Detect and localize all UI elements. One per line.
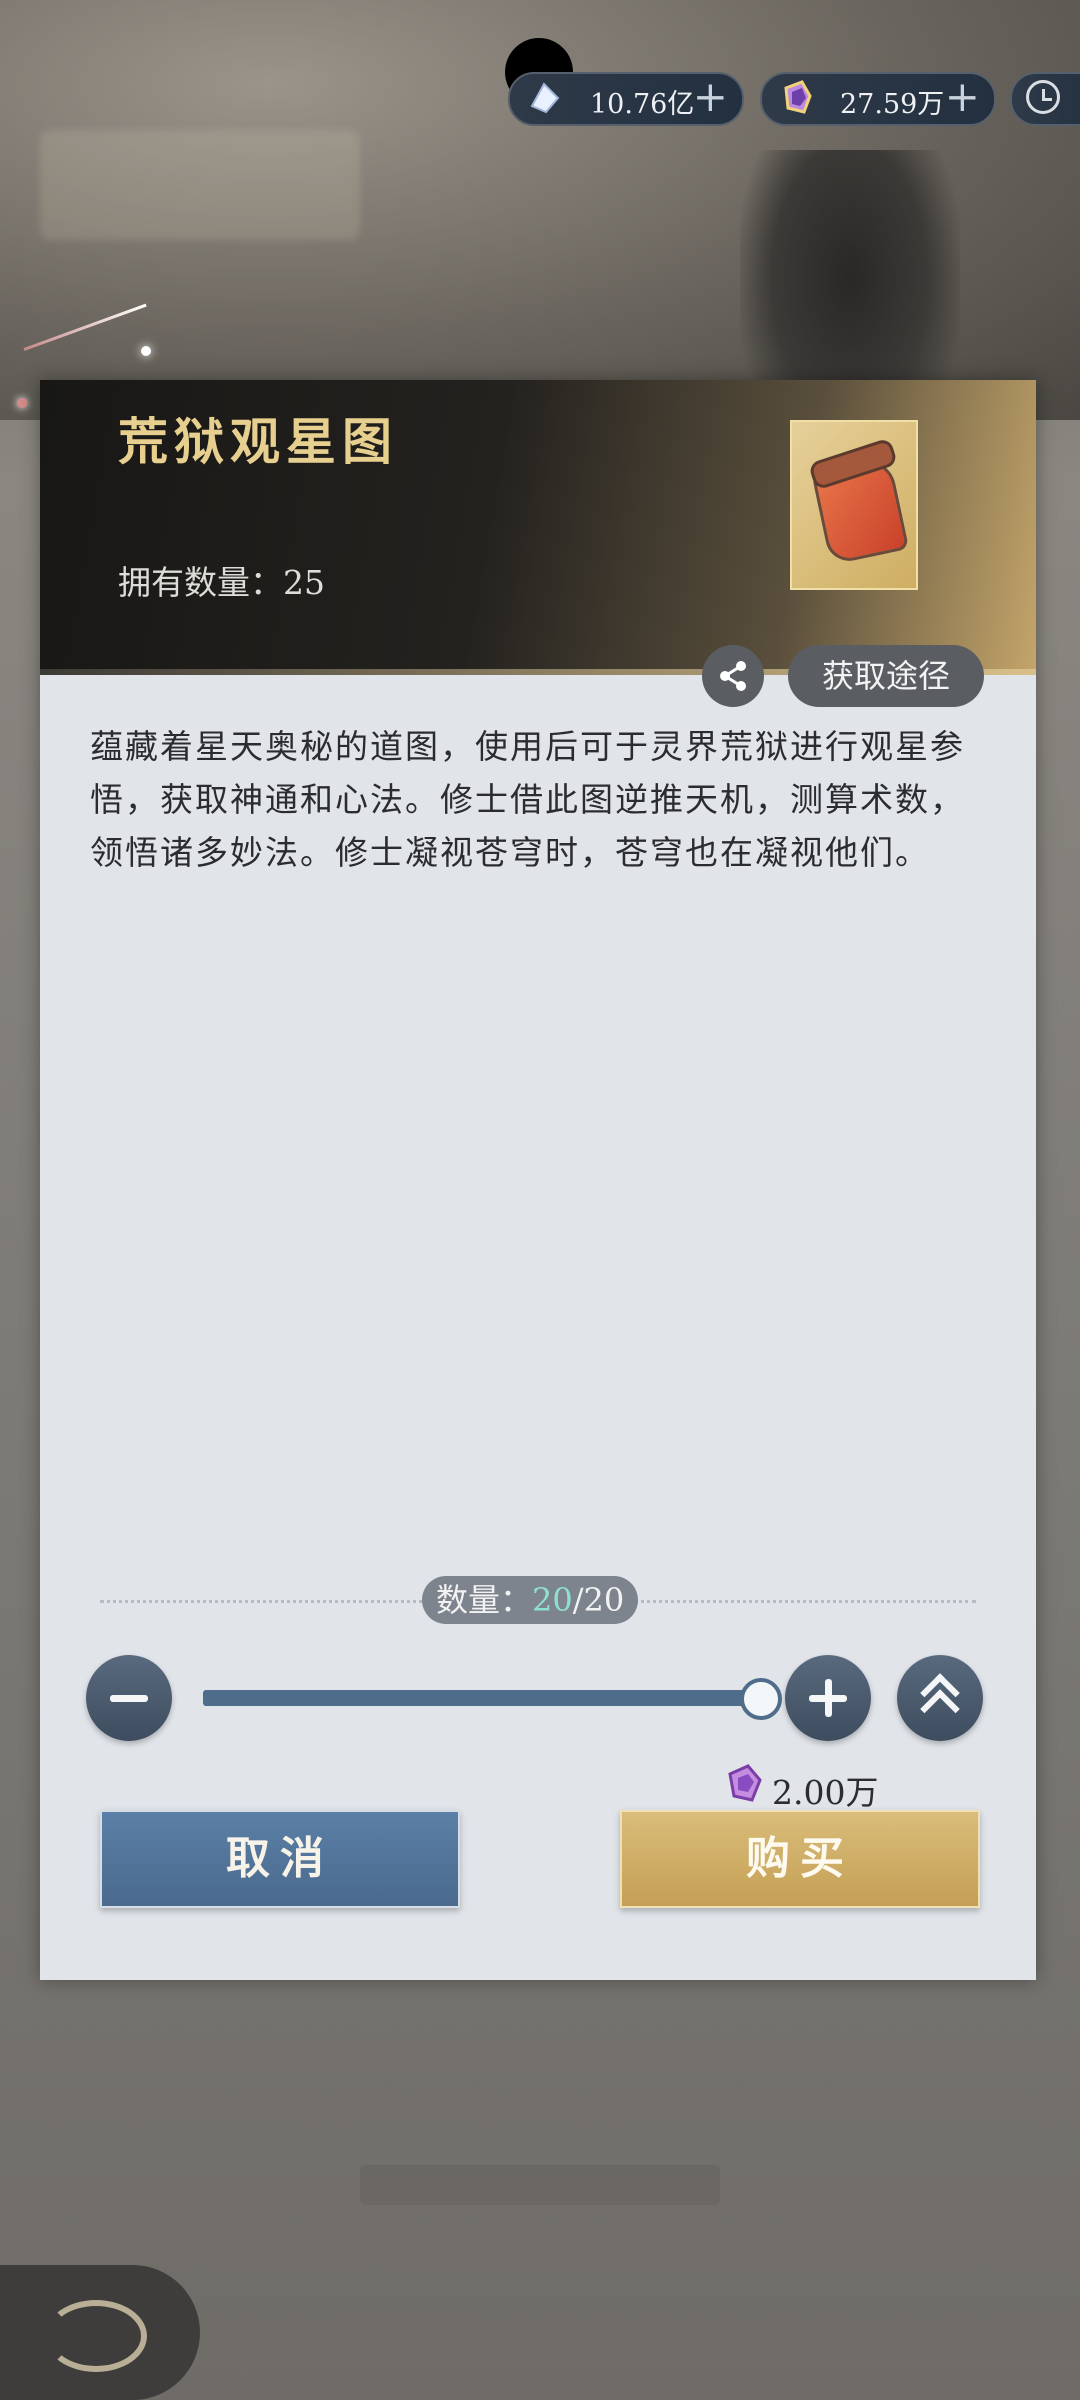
currency-spirit-stone-value: 10.76亿: [590, 89, 695, 120]
clock-icon: [1026, 80, 1060, 114]
currency-spirit-stone[interactable]: 10.76亿 +: [508, 72, 744, 126]
acquisition-source-button[interactable]: 获取途径: [788, 645, 984, 707]
total-price-value: 2.00万: [772, 1773, 879, 1812]
owned-count: 拥有数量：25: [118, 556, 325, 604]
increase-quantity-button[interactable]: [785, 1655, 871, 1741]
quantity-label: 数量：20/20: [422, 1576, 639, 1624]
buy-button[interactable]: 购买: [620, 1810, 980, 1908]
spirit-stone-icon: [530, 82, 560, 114]
decrease-quantity-button[interactable]: [86, 1655, 172, 1741]
currency-fairy-jade[interactable]: 27.59万 +: [760, 72, 996, 126]
background-blurred-title: [40, 130, 360, 240]
quantity-slider-handle[interactable]: [740, 1678, 782, 1720]
timer-button[interactable]: [1010, 72, 1080, 126]
add-spirit-stone-button[interactable]: +: [693, 72, 728, 121]
quantity-slider-fill: [203, 1690, 759, 1706]
item-description: 蕴藏着星天奥秘的道图，使用后可于灵界荒狱进行观星参悟，获取神通和心法。修士借此图…: [90, 727, 965, 872]
item-detail-dialog: 荒狱观星图 拥有数量：25 获取途径 蕴藏着星天奥秘的道图，使用后可于灵界荒狱进…: [40, 380, 1036, 1980]
item-title: 荒狱观星图: [118, 412, 398, 471]
star-map-scroll-icon: [790, 420, 918, 590]
background-hint-text: [360, 2165, 720, 2205]
quantity-current: 20: [532, 1581, 573, 1619]
fairy-jade-icon: [728, 1764, 762, 1802]
quantity-max: 20: [583, 1581, 625, 1619]
cancel-button[interactable]: 取消: [100, 1810, 460, 1908]
quantity-slider[interactable]: [203, 1678, 782, 1720]
share-button[interactable]: [702, 645, 764, 707]
fairy-jade-icon: [784, 80, 812, 114]
owned-label: 拥有数量：: [118, 563, 283, 602]
constellation-star: [141, 346, 151, 356]
background-menu-button: [0, 2265, 200, 2400]
owned-value: 25: [283, 563, 325, 602]
quantity-label-text: 数量：: [436, 1581, 533, 1619]
currency-fairy-jade-value: 27.59万: [840, 89, 945, 120]
quantity-separator: /: [572, 1581, 584, 1619]
constellation-star: [17, 398, 27, 408]
max-quantity-button[interactable]: [897, 1655, 983, 1741]
dialog-header: 荒狱观星图 拥有数量：25: [40, 380, 1036, 675]
share-icon: [720, 661, 746, 691]
add-fairy-jade-button[interactable]: +: [945, 72, 980, 121]
